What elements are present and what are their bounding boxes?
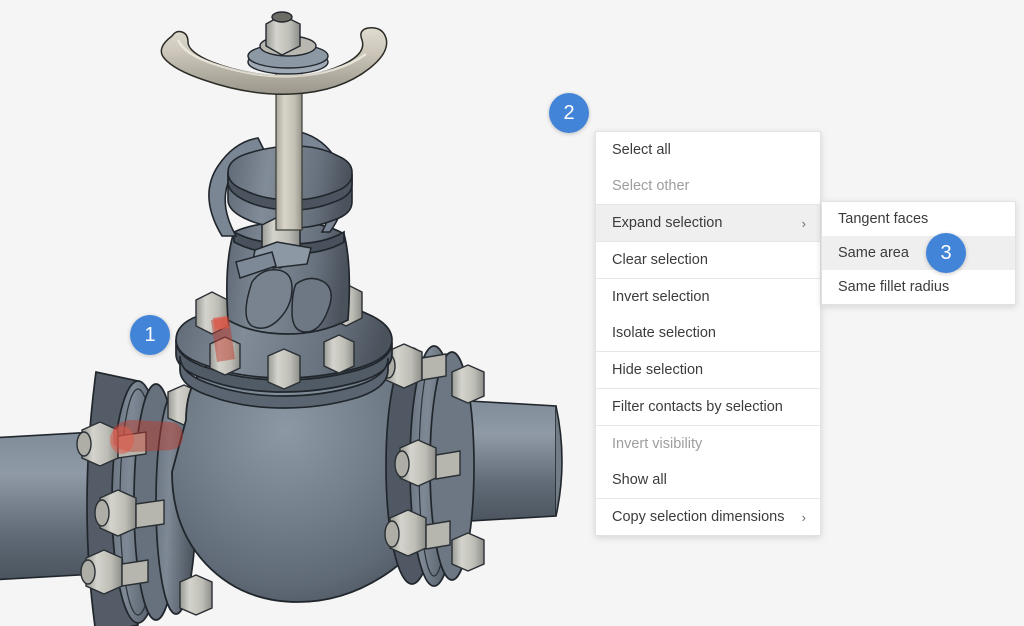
menu-item-invert-visibility: Invert visibility [596,426,820,462]
menu-item-label: Hide selection [612,352,806,388]
step-badge-2-label: 2 [563,102,574,125]
menu-item-label: Copy selection dimensions [612,499,792,535]
menu-group-7: Copy selection dimensions › [596,498,820,535]
menu-item-same-area[interactable]: Same area [822,236,1015,270]
expand-selection-submenu[interactable]: Tangent facesSame areaSame fillet radius [821,201,1016,305]
submenu-group: Tangent facesSame areaSame fillet radius [822,202,1015,304]
menu-item-select-all[interactable]: Select all [596,132,820,168]
menu-item-label: Same area [838,236,1001,270]
step-badge-3: 3 [926,233,966,273]
menu-item-copy-selection-dimensions[interactable]: Copy selection dimensions › [596,499,820,535]
menu-item-expand-selection[interactable]: Expand selection › [596,205,820,241]
menu-item-label: Select other [612,168,806,204]
menu-group-2: Clear selection [596,241,820,278]
step-badge-2: 2 [549,93,589,133]
menu-item-show-all[interactable]: Show all [596,462,820,498]
menu-item-label: Expand selection [612,205,792,241]
menu-item-tangent-faces[interactable]: Tangent faces [822,202,1015,236]
menu-item-label: Show all [612,462,806,498]
selection-context-menu[interactable]: Select allSelect otherExpand selection›C… [595,131,821,536]
menu-item-label: Clear selection [612,242,806,278]
inlet-flange-bolt-highlight [110,420,183,454]
menu-group-5: Filter contacts by selection [596,388,820,425]
menu-item-filter-contacts-by-selection[interactable]: Filter contacts by selection [596,389,820,425]
menu-item-isolate-selection[interactable]: Isolate selection [596,315,820,351]
chevron-right-icon: › [802,511,806,524]
menu-item-label: Isolate selection [612,315,806,351]
menu-item-select-other: Select other [596,168,820,204]
menu-item-label: Invert selection [612,279,806,315]
menu-group-0: Select allSelect other [596,132,820,204]
menu-item-hide-selection[interactable]: Hide selection [596,352,820,388]
menu-item-label: Invert visibility [612,426,806,462]
step-badge-3-label: 3 [940,242,951,265]
menu-item-label: Tangent faces [838,202,1001,236]
step-badge-1-label: 1 [144,324,155,347]
step-badge-1: 1 [130,315,170,355]
model-viewport[interactable] [0,0,600,626]
screenshot-root: Select allSelect otherExpand selection›C… [0,0,1024,626]
menu-item-same-fillet-radius[interactable]: Same fillet radius [822,270,1015,304]
chevron-right-icon: › [802,217,806,230]
menu-group-6: Invert visibilityShow all [596,425,820,498]
handwheel-hub [248,12,328,74]
menu-group-1: Expand selection › [596,204,820,241]
menu-group-3: Invert selectionIsolate selection [596,278,820,351]
menu-item-label: Filter contacts by selection [612,389,806,425]
menu-item-clear-selection[interactable]: Clear selection [596,242,820,278]
menu-group-4: Hide selection [596,351,820,388]
menu-item-label: Same fillet radius [838,270,1001,304]
menu-item-label: Select all [612,132,806,168]
menu-item-invert-selection[interactable]: Invert selection [596,279,820,315]
